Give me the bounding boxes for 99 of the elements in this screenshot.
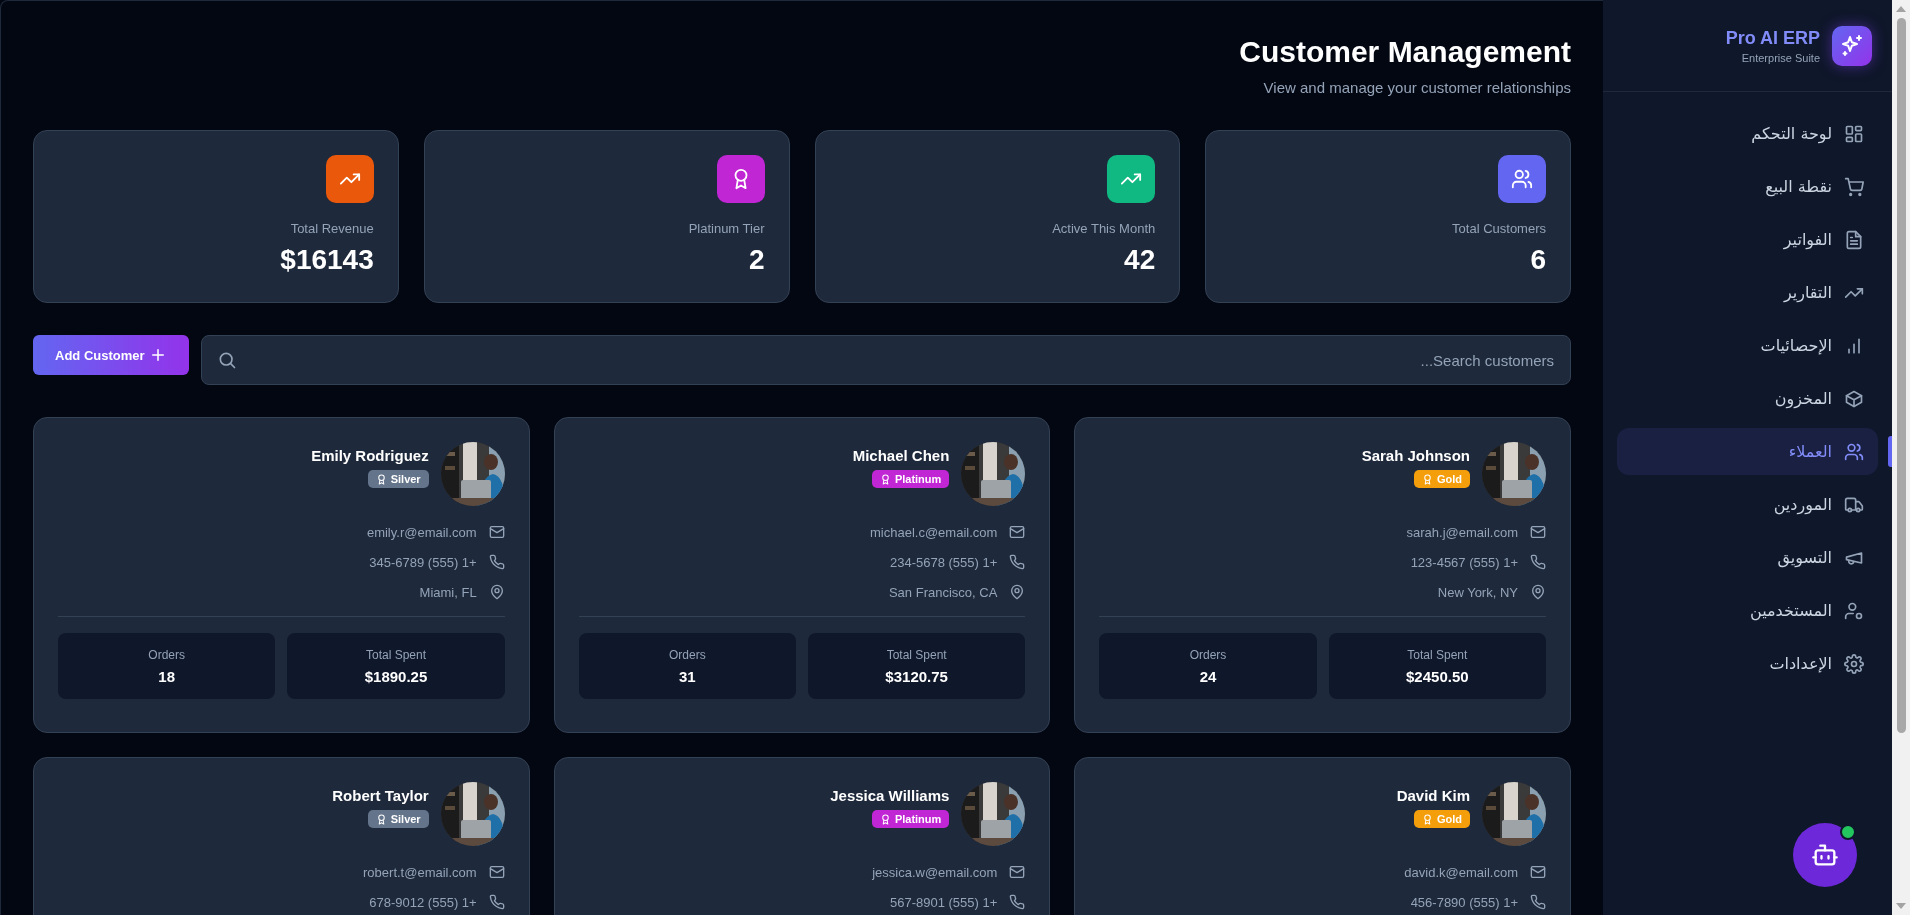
nav-item[interactable]: الفواتير xyxy=(1617,216,1878,263)
metric-label: Total Spent xyxy=(886,647,947,662)
nav-item[interactable]: نقطة البيع xyxy=(1617,163,1878,210)
metric-label: Orders xyxy=(148,647,185,662)
contact-text: 123-4567 (555) 1+ xyxy=(1410,554,1518,570)
nav-item[interactable]: لوحة التحكم xyxy=(1617,110,1878,157)
customer-name: Jessica Williams xyxy=(830,787,950,804)
mail-icon xyxy=(488,524,505,540)
contact-text: jessica.w@email.com xyxy=(872,864,998,880)
contact-text: david.k@email.com xyxy=(1404,864,1518,880)
phone-icon xyxy=(488,894,505,910)
phone-icon xyxy=(488,554,505,570)
mail-icon xyxy=(1009,524,1026,540)
nav-item[interactable]: المستخدمين xyxy=(1617,587,1878,634)
stat-value: 42 xyxy=(1124,244,1156,276)
document-icon xyxy=(1844,229,1864,250)
customer-name: David Kim xyxy=(1396,787,1470,804)
metric-value: $3120.75 xyxy=(885,667,948,685)
contact-text: michael.c@email.com xyxy=(870,524,998,540)
tier-badge: Gold xyxy=(1413,470,1470,488)
metric-label: Total Spent xyxy=(1407,647,1468,662)
add-customer-button[interactable]: Add Customer xyxy=(33,335,189,375)
metric-value: 31 xyxy=(678,667,696,685)
phone-icon xyxy=(1009,554,1026,570)
scrollbar[interactable] xyxy=(1892,0,1910,915)
award-icon xyxy=(375,813,387,825)
mail-icon xyxy=(1530,524,1546,540)
stat-label: Total Revenue xyxy=(290,221,374,236)
tier-badge: Silver xyxy=(367,810,429,828)
page-subtitle: View and manage your customer relationships xyxy=(1263,79,1571,96)
stat-value: $16143 xyxy=(280,244,374,276)
grid-icon xyxy=(1844,123,1864,144)
contact-text: San Francisco, CA xyxy=(888,584,998,600)
map-pin-icon xyxy=(488,584,505,600)
award-icon xyxy=(879,813,891,825)
metric-label: Orders xyxy=(1189,647,1227,662)
customer-name: Emily Rodriguez xyxy=(311,447,429,464)
nav-item[interactable]: التسويق xyxy=(1617,534,1878,581)
stat-label: Active This Month xyxy=(1052,221,1156,236)
sparkle-icon xyxy=(1840,33,1864,58)
metric-label: Orders xyxy=(668,647,706,662)
award-icon xyxy=(1421,813,1433,825)
scroll-down-icon[interactable] xyxy=(1896,903,1906,909)
user-gear-icon xyxy=(1844,600,1864,621)
customer-name: Sarah Johnson xyxy=(1361,447,1470,464)
nav-item[interactable]: التقارير xyxy=(1617,269,1878,316)
tier-badge: Platinum xyxy=(871,810,950,828)
nav-item[interactable]: الإعدادات xyxy=(1617,640,1878,687)
award-icon xyxy=(1421,473,1433,485)
metric-value: $1890.25 xyxy=(364,667,428,685)
nav-item[interactable]: المخزون xyxy=(1617,375,1878,422)
contact-text: Miami, FL xyxy=(419,584,477,600)
brand-name: Pro AI ERP xyxy=(1725,27,1820,49)
customer-name: Michael Chen xyxy=(852,447,950,464)
active-indicator xyxy=(1888,436,1892,467)
contact-text: 456-7890 (555) 1+ xyxy=(1410,894,1518,910)
stat-value: 2 xyxy=(748,244,765,276)
scroll-up-icon[interactable] xyxy=(1896,6,1906,12)
award-icon xyxy=(879,473,891,485)
people-icon xyxy=(1511,168,1533,190)
assistant-button[interactable] xyxy=(1793,823,1857,887)
metric-label: Total Spent xyxy=(365,647,426,662)
contact-text: 678-9012 (555) 1+ xyxy=(369,894,477,910)
page-title: Customer Management xyxy=(1239,35,1571,69)
map-pin-icon xyxy=(1009,584,1026,600)
customer-name: Robert Taylor xyxy=(332,787,429,804)
contact-text: 345-6789 (555) 1+ xyxy=(369,554,477,570)
stat-label: Platinum Tier xyxy=(688,221,765,236)
contact-text: New York, NY xyxy=(1437,584,1518,600)
contact-text: 567-8901 (555) 1+ xyxy=(890,894,998,910)
phone-icon xyxy=(1009,894,1026,910)
mail-icon xyxy=(488,864,505,880)
map-pin-icon xyxy=(1530,584,1546,600)
metric-value: $2450.50 xyxy=(1406,667,1469,685)
nav-item[interactable]: الإحصائيات xyxy=(1617,322,1878,369)
tier-badge: Gold xyxy=(1413,810,1470,828)
box-icon xyxy=(1844,388,1864,409)
tier-badge: Silver xyxy=(367,470,429,488)
tier-badge: Platinum xyxy=(871,470,950,488)
stat-label: Total Customers xyxy=(1452,221,1546,236)
mail-icon xyxy=(1009,864,1026,880)
nav-item[interactable]: الموردين xyxy=(1617,481,1878,528)
mail-icon xyxy=(1530,864,1546,880)
contact-text: emily.r@email.com xyxy=(366,524,477,540)
scrollbar-thumb[interactable] xyxy=(1896,18,1906,733)
metric-value: 24 xyxy=(1199,667,1217,685)
metric-value: 18 xyxy=(158,667,175,685)
contact-text: sarah.j@email.com xyxy=(1406,524,1518,540)
contact-text: robert.t@email.com xyxy=(363,864,477,880)
award-icon xyxy=(375,473,387,485)
phone-icon xyxy=(1530,554,1546,570)
phone-icon xyxy=(1530,894,1546,910)
settings-icon xyxy=(1844,653,1864,674)
search-field[interactable]: ...Search customers xyxy=(200,335,1571,385)
people-icon xyxy=(1844,441,1864,462)
cart-icon xyxy=(1844,176,1864,197)
contact-text: 234-5678 (555) 1+ xyxy=(890,554,998,570)
stat-value: 6 xyxy=(1530,244,1546,276)
brand-tagline: Enterprise Suite xyxy=(1741,51,1820,64)
